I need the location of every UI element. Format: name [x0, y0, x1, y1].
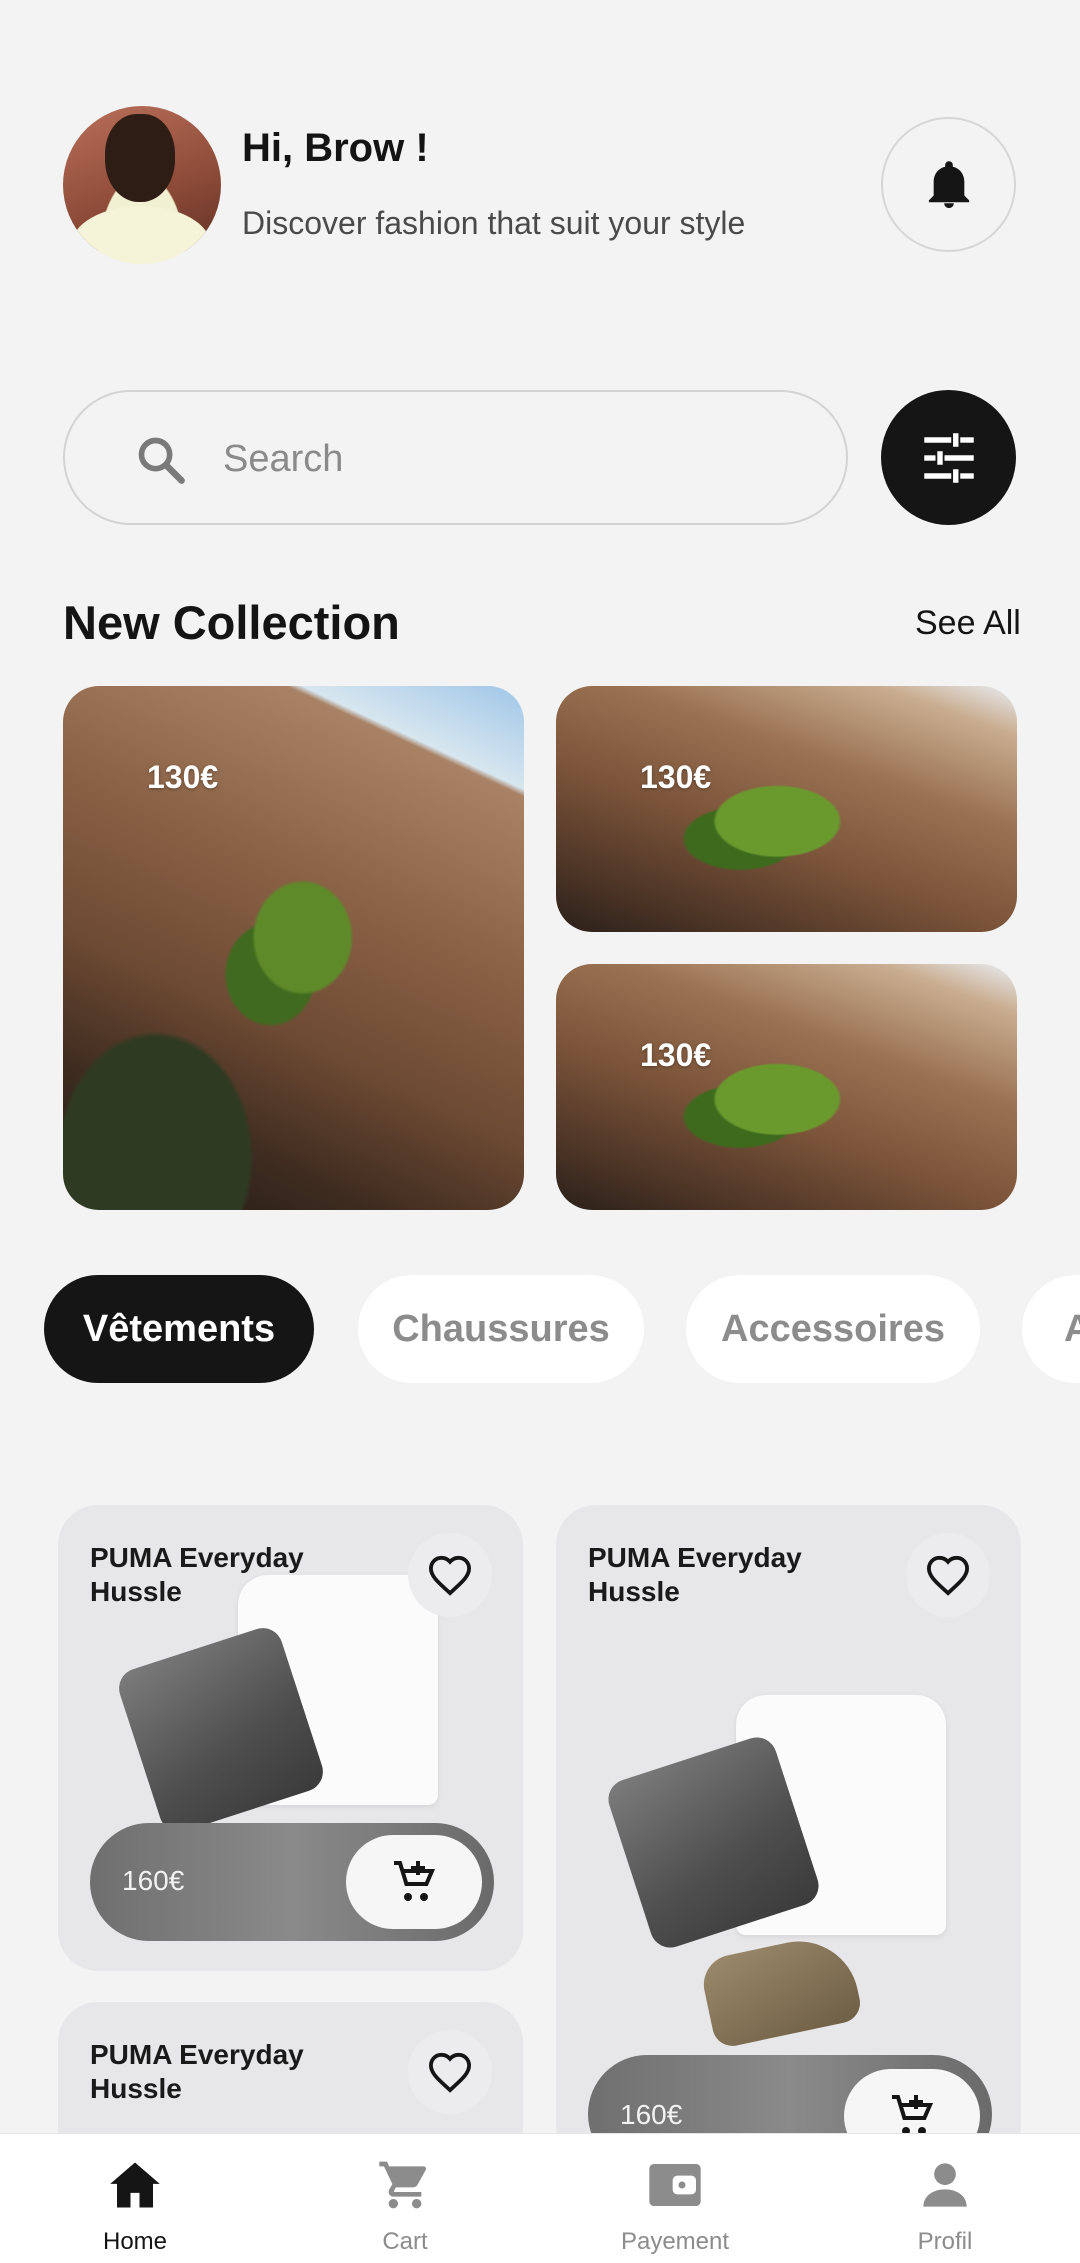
nav-label: Profil	[917, 2228, 973, 2255]
cart-icon	[379, 2161, 426, 2209]
filter-button[interactable]	[881, 390, 1016, 525]
notifications-button[interactable]	[881, 117, 1016, 252]
search-bar[interactable]	[63, 390, 848, 525]
home-icon	[110, 2162, 160, 2208]
search-icon	[138, 437, 185, 484]
avatar-face	[105, 114, 175, 202]
product-name: PUMA Everyday Hussle	[588, 1542, 802, 1607]
bottom-nav: Home Cart Payement Profil	[0, 2133, 1080, 2263]
section-title: New Collection	[63, 596, 400, 649]
category-chip-chaussures[interactable]: Chaussures	[358, 1275, 644, 1383]
category-chip-more[interactable]: A	[1022, 1275, 1080, 1383]
favorite-button[interactable]	[408, 1533, 492, 1617]
person-icon	[923, 2163, 967, 2207]
category-chip-vetements[interactable]: Vêtements	[44, 1275, 314, 1383]
search-input[interactable]	[223, 430, 783, 488]
product-name: PUMA Everyday Hussle	[90, 2039, 304, 2104]
nav-item-payement[interactable]: Payement	[540, 2134, 810, 2263]
price-bar: 160€	[90, 1823, 494, 1941]
product-card[interactable]: PUMA Everyday Hussle 160€	[58, 1505, 523, 1971]
collection-card-top[interactable]: 130€	[556, 686, 1017, 932]
category-chip-accessoires[interactable]: Accessoires	[686, 1275, 980, 1383]
product-card[interactable]: PUMA Everyday Hussle 160€	[556, 1505, 1021, 2165]
heart-icon	[428, 2052, 472, 2093]
add-to-cart-button[interactable]	[346, 1835, 482, 1929]
bell-icon	[928, 160, 969, 208]
add-cart-icon	[394, 1861, 436, 1901]
collection-price: 130€	[640, 1037, 712, 1073]
collection-price: 130€	[147, 759, 219, 795]
category-chip-label: A	[1064, 1307, 1080, 1350]
heart-icon	[926, 1555, 970, 1596]
nav-item-profil[interactable]: Profil	[810, 2134, 1080, 2263]
collection-price: 130€	[640, 759, 712, 795]
nav-item-cart[interactable]: Cart	[270, 2134, 540, 2263]
collection-card-bottom[interactable]: 130€	[556, 964, 1017, 1210]
nav-label: Home	[102, 2228, 168, 2255]
avatar[interactable]	[63, 106, 221, 264]
heart-icon	[428, 1555, 472, 1596]
avatar-shirt	[71, 206, 211, 264]
collection-card-large[interactable]: 130€	[63, 686, 524, 1210]
sliders-icon	[923, 432, 974, 483]
product-price: 160€	[620, 2099, 683, 2130]
product-name: PUMA Everyday Hussle	[90, 1542, 304, 1607]
nav-label: Cart	[382, 2228, 428, 2255]
favorite-button[interactable]	[408, 2030, 492, 2114]
nav-item-home[interactable]: Home	[0, 2134, 270, 2263]
product-price: 160€	[122, 1865, 185, 1896]
see-all-link[interactable]: See All	[915, 604, 1021, 643]
greeting-subtitle: Discover fashion that suit your style	[242, 205, 746, 241]
greeting-title: Hi, Brow !	[242, 126, 429, 170]
nav-label: Payement	[620, 2228, 730, 2255]
product-image-boot	[698, 1930, 864, 2050]
favorite-button[interactable]	[906, 1533, 990, 1617]
wallet-icon	[649, 2164, 701, 2206]
